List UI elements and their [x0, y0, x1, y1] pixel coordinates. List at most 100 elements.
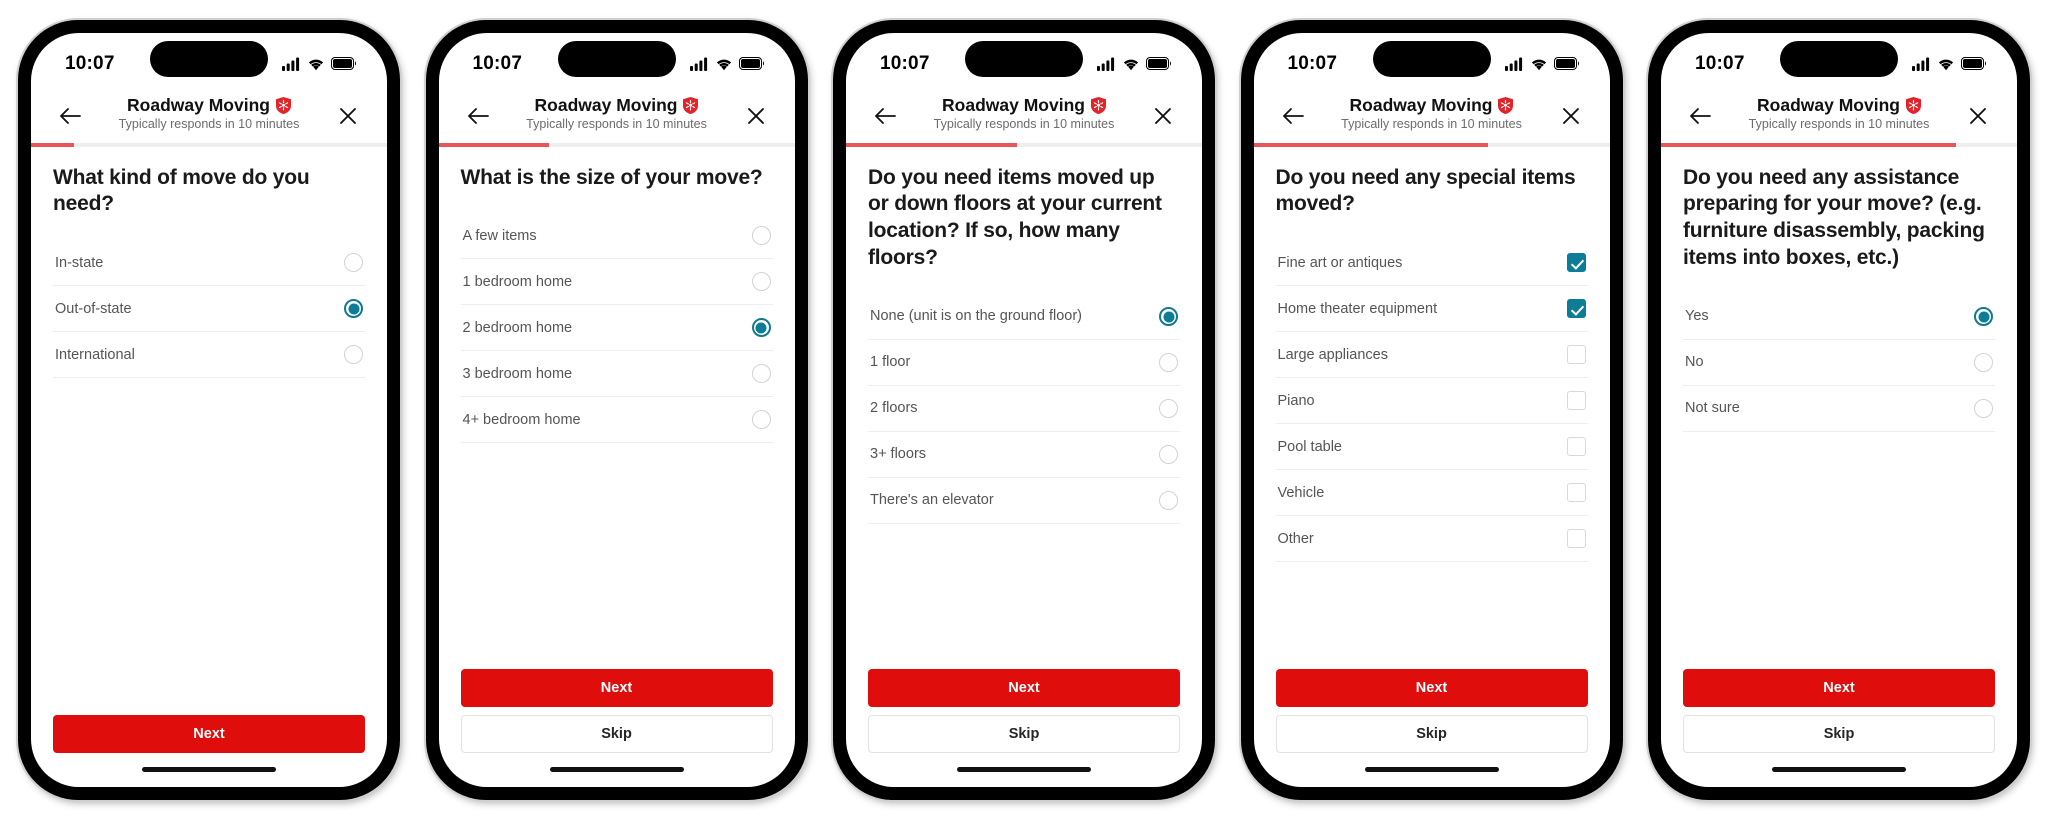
battery-icon: [1146, 57, 1171, 70]
option-radio-selected[interactable]: [1974, 307, 1993, 326]
option-row[interactable]: Fine art or antiques: [1275, 240, 1588, 287]
option-row[interactable]: Not sure: [1683, 386, 1995, 432]
cellular-signal-icon: [1912, 57, 1930, 71]
option-label: Home theater equipment: [1277, 300, 1438, 317]
option-radio[interactable]: [344, 253, 363, 273]
close-button[interactable]: [739, 99, 773, 133]
dynamic-island: [150, 40, 268, 77]
option-checkbox[interactable]: [1566, 529, 1586, 549]
option-row[interactable]: 4+ bedroom home: [460, 397, 773, 444]
home-indicator[interactable]: [549, 767, 684, 772]
option-radio[interactable]: [751, 226, 771, 246]
home-indicator[interactable]: [142, 767, 276, 772]
option-radio[interactable]: [1974, 353, 1993, 372]
device-screen: 10:07 Roadway Moving Typically responds in…: [1661, 32, 2017, 787]
status-bar: 10:07: [846, 33, 1202, 89]
option-label: Large appliances: [1277, 346, 1388, 363]
nav-title-row: Roadway Moving: [495, 95, 739, 116]
option-checkbox-checked[interactable]: [1566, 253, 1586, 273]
option-radio[interactable]: [751, 410, 771, 430]
option-radio[interactable]: [344, 345, 363, 365]
option-checkbox[interactable]: [1566, 437, 1586, 457]
option-row[interactable]: There's an elevator: [868, 478, 1180, 524]
option-checkbox-checked[interactable]: [1566, 299, 1586, 319]
close-x-icon: [1562, 107, 1579, 124]
close-button[interactable]: [331, 99, 365, 133]
next-button[interactable]: Next: [460, 668, 773, 707]
option-label: 1 floor: [870, 354, 911, 371]
option-radio[interactable]: [751, 364, 771, 384]
skip-button[interactable]: Skip: [1275, 714, 1588, 753]
back-button[interactable]: [461, 99, 495, 133]
option-row[interactable]: Piano: [1275, 378, 1588, 425]
skip-button[interactable]: Skip: [460, 714, 773, 753]
nav-title-block: Roadway Moving Typically responds in 10 m…: [1717, 95, 1961, 131]
option-radio[interactable]: [1974, 399, 1993, 418]
option-radio[interactable]: [1159, 491, 1178, 510]
option-checkbox[interactable]: [1566, 391, 1586, 411]
option-row[interactable]: 1 bedroom home: [460, 259, 773, 306]
next-button[interactable]: Next: [1275, 668, 1588, 707]
option-row[interactable]: No: [1683, 340, 1995, 386]
status-time: 10:07: [880, 52, 930, 74]
battery-icon: [738, 57, 764, 70]
home-indicator[interactable]: [957, 767, 1091, 772]
option-radio-selected[interactable]: [751, 318, 771, 338]
option-radio[interactable]: [1159, 445, 1178, 464]
option-row[interactable]: Vehicle: [1275, 470, 1588, 517]
option-radio-selected[interactable]: [1159, 307, 1178, 326]
next-button[interactable]: Next: [868, 668, 1180, 707]
verified-shield-icon: [1090, 96, 1106, 114]
option-label: 3+ floors: [870, 446, 927, 463]
status-indicators: [1504, 57, 1580, 71]
option-row[interactable]: 1 floor: [868, 340, 1180, 386]
option-row[interactable]: 2 bedroom home: [460, 305, 773, 352]
option-checkbox[interactable]: [1566, 483, 1586, 503]
close-button[interactable]: [1554, 99, 1588, 133]
close-button[interactable]: [1146, 99, 1180, 133]
option-row[interactable]: Home theater equipment: [1275, 286, 1588, 333]
status-bar: 10:07: [1661, 33, 2017, 89]
back-button[interactable]: [1276, 99, 1310, 133]
options-list: A few items 1 bedroom home 2 bedroom home 3…: [460, 213, 773, 444]
option-label: In-state: [55, 254, 104, 271]
nav-header: Roadway Moving Typically responds in 10 m…: [31, 89, 387, 143]
response-time-subtitle: Typically responds in 10 minutes: [1341, 116, 1522, 131]
option-radio[interactable]: [751, 272, 771, 292]
footer-actions: Next Skip: [846, 668, 1202, 753]
option-row[interactable]: Pool table: [1275, 424, 1588, 471]
page-title: Roadway Moving: [1349, 94, 1493, 115]
response-time-subtitle: Typically responds in 10 minutes: [118, 116, 300, 131]
option-radio[interactable]: [1159, 353, 1178, 372]
option-row[interactable]: Large appliances: [1275, 332, 1588, 379]
option-row[interactable]: Yes: [1683, 294, 1995, 340]
option-row[interactable]: 3 bedroom home: [460, 351, 773, 398]
next-button[interactable]: Next: [53, 714, 365, 753]
option-label: 1 bedroom home: [462, 273, 573, 290]
option-row[interactable]: 2 floors: [868, 386, 1180, 432]
question-content: What kind of move do you need? In-state Ou…: [31, 147, 387, 715]
skip-button[interactable]: Skip: [868, 714, 1180, 753]
back-button[interactable]: [868, 99, 902, 133]
home-indicator[interactable]: [1364, 767, 1499, 772]
option-checkbox[interactable]: [1566, 345, 1586, 365]
option-row[interactable]: None (unit is on the ground floor): [868, 294, 1180, 340]
option-row[interactable]: A few items: [460, 213, 773, 260]
option-row[interactable]: Other: [1275, 516, 1588, 563]
option-radio-selected[interactable]: [344, 299, 363, 319]
option-row[interactable]: International: [53, 332, 365, 379]
wifi-icon: [1938, 59, 1954, 70]
option-row[interactable]: In-state: [53, 240, 365, 287]
option-row[interactable]: Out-of-state: [53, 286, 365, 333]
question-text: What is the size of your move?: [460, 165, 763, 189]
back-button[interactable]: [53, 99, 87, 133]
verified-shield-icon: [683, 96, 699, 114]
home-indicator[interactable]: [1772, 767, 1906, 772]
option-row[interactable]: 3+ floors: [868, 432, 1180, 478]
back-button[interactable]: [1683, 99, 1717, 133]
options-list: None (unit is on the ground floor) 1 floo…: [868, 294, 1180, 524]
close-button[interactable]: [1961, 99, 1995, 133]
next-button[interactable]: Next: [1683, 668, 1995, 707]
skip-button[interactable]: Skip: [1683, 714, 1995, 753]
option-radio[interactable]: [1159, 399, 1178, 418]
